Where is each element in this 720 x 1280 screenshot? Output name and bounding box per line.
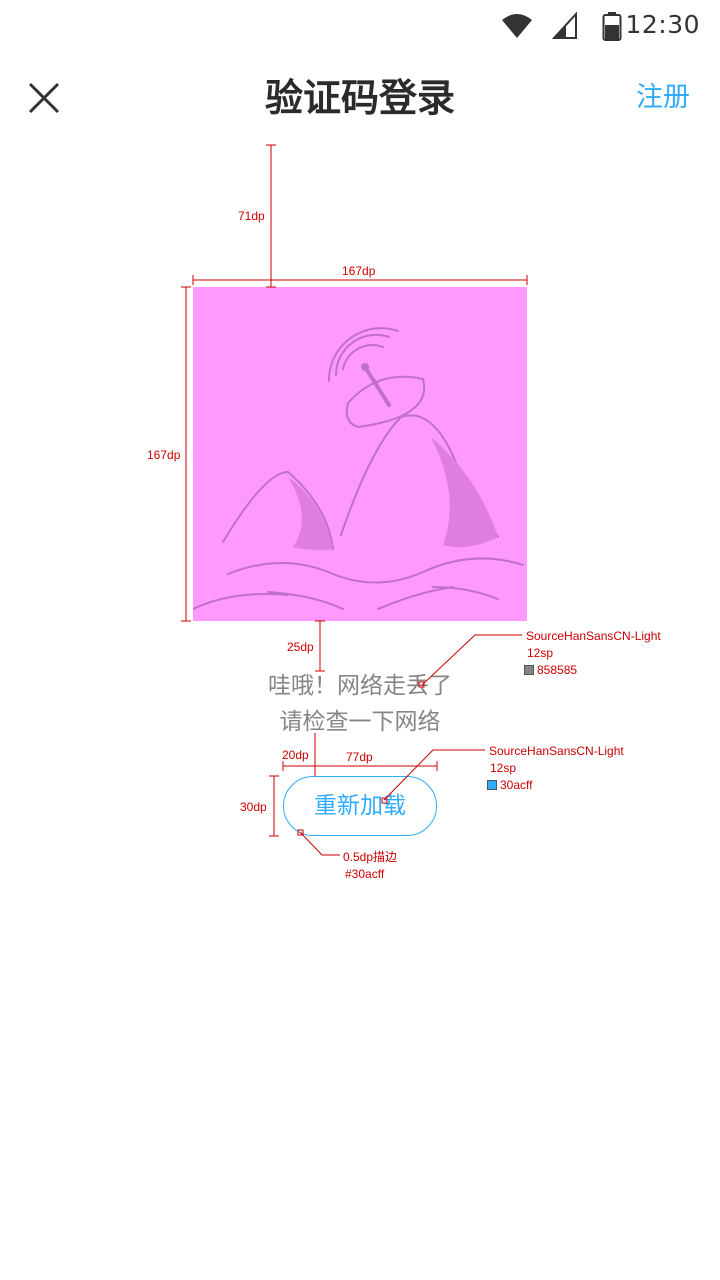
annotation-button-padding: 20dp <box>282 748 309 762</box>
status-bar: 12:30 <box>0 0 720 52</box>
annotation-button-size: 12sp <box>490 761 517 775</box>
wifi-icon <box>502 14 532 38</box>
annotation-image-width: 167dp <box>342 264 376 278</box>
reload-button[interactable]: 重新加载 <box>283 776 437 836</box>
network-error-illustration <box>192 287 527 621</box>
annotation-text-font: SourceHanSansCN-Light <box>526 629 661 643</box>
signal-icon <box>552 12 577 39</box>
annotation-lines <box>181 144 528 856</box>
annotation-image-height: 167dp <box>147 448 181 462</box>
annotation-gap-text: 25dp <box>287 640 314 654</box>
status-time: 12:30 <box>625 10 700 39</box>
close-icon[interactable] <box>18 72 70 124</box>
annotation-button-color: 30acff <box>487 778 532 793</box>
error-message-line2: 请检查一下网络 <box>279 709 441 735</box>
annotation-button-width: 77dp <box>346 750 373 764</box>
annotation-text-size: 12sp <box>527 646 554 660</box>
annotation-stroke-color: #30acff <box>345 867 385 881</box>
design-annotations: 71dp 167dp 167dp 25dp SourceHanSansCN-Li… <box>0 0 720 1280</box>
color-swatch-icon <box>487 780 497 790</box>
annotation-button-color-value: 30acff <box>500 778 533 792</box>
close-button[interactable] <box>18 72 70 124</box>
error-message-line1: 哇哦！网络走丢了 <box>268 673 452 699</box>
satellite-mountain-icon <box>192 327 524 610</box>
annotation-button-height: 30dp <box>240 800 267 814</box>
register-link[interactable]: 注册 <box>636 78 690 118</box>
annotation-gap-top: 71dp <box>238 209 265 223</box>
page-title: 验证码登录 <box>264 76 455 120</box>
annotation-button-font: SourceHanSansCN-Light <box>489 744 624 758</box>
battery-icon <box>602 12 622 41</box>
annotation-stroke-note: 0.5dp描边 <box>343 850 398 864</box>
